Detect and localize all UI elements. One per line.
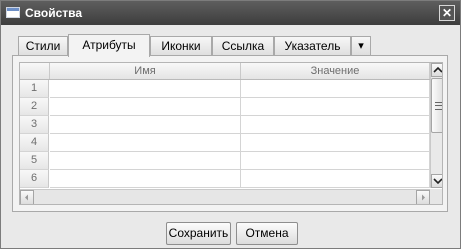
value-cell[interactable]: [241, 134, 430, 152]
row-number: 3: [20, 116, 49, 134]
table-row[interactable]: 6: [20, 170, 430, 188]
attributes-panel: Имя Значение 1 2 3 4 5 6: [12, 55, 448, 212]
scroll-right-arrow-icon[interactable]: [416, 190, 430, 204]
tab-icons[interactable]: Иконки: [150, 36, 212, 56]
properties-dialog: Свойства ✕ Стили Атрибуты Иконки Ссылка …: [0, 0, 461, 249]
scroll-down-arrow-icon[interactable]: [431, 174, 442, 188]
grip-icon: [435, 102, 442, 110]
vertical-scrollbar[interactable]: [430, 63, 442, 188]
close-icon[interactable]: ✕: [439, 5, 455, 21]
tab-link[interactable]: Ссылка: [212, 36, 274, 56]
value-cell[interactable]: [241, 116, 430, 134]
name-cell[interactable]: [50, 170, 241, 188]
value-cell[interactable]: [241, 152, 430, 170]
tab-styles[interactable]: Стили: [18, 36, 68, 56]
value-cell[interactable]: [241, 98, 430, 116]
scroll-right-arrow-icon-glyph: [422, 194, 425, 201]
title-bar[interactable]: Свойства ✕: [1, 1, 460, 25]
row-number: 4: [20, 134, 49, 152]
tab-attributes[interactable]: Атрибуты: [68, 34, 150, 57]
dialog-title: Свойства: [25, 6, 83, 20]
scroll-thumb[interactable]: [431, 78, 442, 133]
table-row[interactable]: 4: [20, 134, 430, 152]
table-row[interactable]: 1: [20, 80, 430, 98]
name-cell[interactable]: [50, 116, 241, 134]
row-number-header: [20, 63, 50, 79]
chevron-down-icon[interactable]: ▾: [351, 36, 371, 56]
table-row[interactable]: 5: [20, 152, 430, 170]
name-cell[interactable]: [50, 134, 241, 152]
value-cell[interactable]: [241, 170, 430, 188]
tab-pointer[interactable]: Указатель: [274, 36, 351, 56]
row-number: 2: [20, 98, 49, 116]
row-number: 5: [20, 152, 49, 170]
name-cell[interactable]: [50, 80, 241, 98]
name-cell[interactable]: [50, 98, 241, 116]
name-cell[interactable]: [50, 152, 241, 170]
table-row[interactable]: 3: [20, 116, 430, 134]
cancel-button[interactable]: Отмена: [236, 222, 298, 245]
save-button[interactable]: Сохранить: [166, 222, 231, 245]
horizontal-scrollbar[interactable]: [20, 189, 430, 204]
column-header-value[interactable]: Значение: [241, 63, 430, 79]
grid-header: Имя Значение: [20, 63, 430, 80]
table-row[interactable]: 2: [20, 98, 430, 116]
value-cell[interactable]: [241, 80, 430, 98]
scroll-left-arrow-icon-glyph: [25, 194, 28, 201]
window-icon: [6, 7, 20, 18]
row-number: 6: [20, 170, 49, 188]
attributes-grid: Имя Значение 1 2 3 4 5 6: [19, 62, 443, 205]
row-number: 1: [20, 80, 49, 98]
scroll-up-arrow-icon-glyph: [433, 66, 442, 73]
scroll-down-arrow-icon-glyph: [433, 178, 442, 185]
scrollbar-corner: [430, 189, 442, 204]
scroll-up-arrow-icon[interactable]: [431, 63, 442, 77]
column-header-name[interactable]: Имя: [50, 63, 241, 79]
scroll-left-arrow-icon[interactable]: [20, 190, 34, 204]
